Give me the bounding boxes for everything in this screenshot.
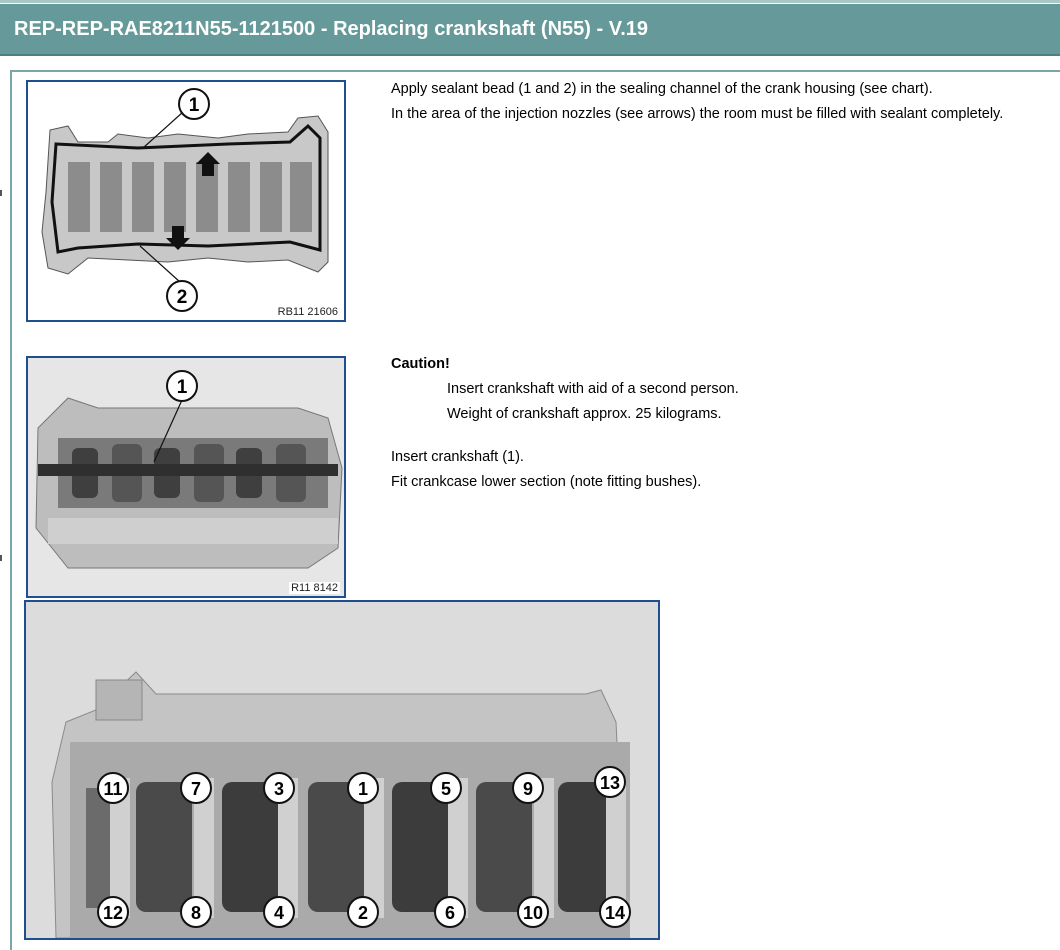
instruction-line: In the area of the injection nozzles (se… — [391, 106, 1004, 122]
callout-bottom-6: 10 — [523, 903, 543, 923]
figure-insert-crankshaft: 1 R11 8142 — [26, 356, 346, 598]
callout-bottom-4: 2 — [358, 903, 368, 923]
step-1-text: Apply sealant bead (1 and 2) in the seal… — [391, 77, 1003, 127]
callout-top-5: 5 — [441, 779, 451, 799]
figure-label: RB11 21606 — [275, 306, 340, 318]
figure-bolt-sequence: 11 7 3 1 5 9 13 12 8 4 2 6 10 14 — [24, 600, 660, 940]
crankcase-photo: 11 7 3 1 5 9 13 12 8 4 2 6 10 14 — [26, 602, 658, 938]
callout-1: 1 — [189, 95, 200, 116]
callout-top-2: 7 — [191, 779, 201, 799]
scroll-marker — [0, 555, 2, 561]
callout-top-4: 1 — [358, 779, 368, 799]
caution-line: Weight of crankshaft approx. 25 kilogram… — [447, 406, 722, 422]
crankshaft-photo: 1 — [28, 358, 344, 596]
callout-top-7: 13 — [600, 773, 620, 793]
instruction-line: Fit crankcase lower section (note fittin… — [391, 474, 702, 490]
top-accent-line — [0, 0, 1060, 3]
callout-top-6: 9 — [523, 779, 533, 799]
page-title: REP-REP-RAE8211N55-1121500 - Replacing c… — [14, 18, 648, 40]
callout-bottom-3: 4 — [274, 903, 284, 923]
callout-2: 2 — [177, 287, 188, 308]
instruction-line: Insert crankshaft (1). — [391, 449, 524, 465]
callout-bottom-5: 6 — [445, 903, 455, 923]
instruction-line: Apply sealant bead (1 and 2) in the seal… — [391, 81, 933, 97]
caution-title: Caution! — [391, 356, 450, 372]
figure-label: R11 8142 — [289, 582, 340, 594]
callout-top-3: 3 — [274, 779, 284, 799]
callout-1: 1 — [177, 377, 188, 398]
callout-top-1: 11 — [103, 779, 122, 799]
caution-line: Insert crankshaft with aid of a second p… — [447, 381, 739, 397]
crank-housing-drawing: 1 2 — [28, 82, 344, 320]
callout-bottom-2: 8 — [191, 903, 201, 923]
figure-sealant-channel: 1 2 RB11 21606 — [26, 80, 346, 322]
title-bar: REP-REP-RAE8211N55-1121500 - Replacing c… — [0, 4, 1060, 56]
callout-bottom-7: 14 — [605, 903, 625, 923]
scroll-marker — [0, 190, 2, 196]
callout-bottom-1: 12 — [103, 903, 123, 923]
step-2-text: Caution! Insert crankshaft with aid of a… — [391, 352, 739, 495]
